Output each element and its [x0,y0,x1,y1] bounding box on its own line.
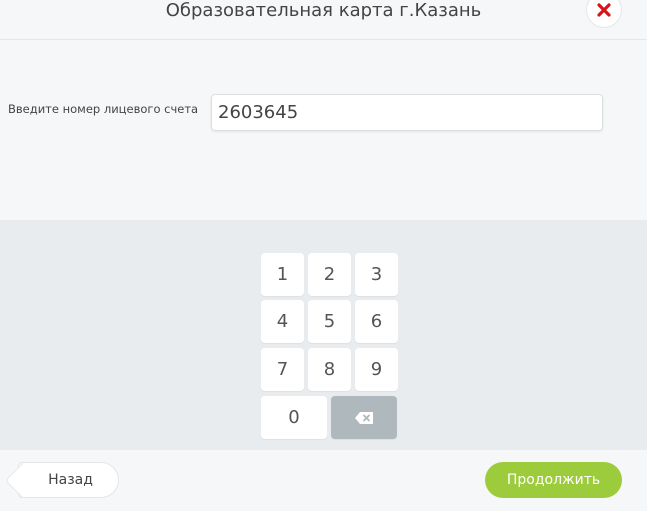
key-4[interactable]: 4 [261,300,304,343]
back-button-label: Назад [48,472,93,488]
key-3[interactable]: 3 [355,253,398,296]
key-0[interactable]: 0 [261,396,327,439]
continue-button[interactable]: Продолжить [485,462,622,498]
key-2[interactable]: 2 [308,253,351,296]
account-field-label: Введите номер лицевого счета [8,102,199,116]
back-button[interactable]: Назад [4,462,119,499]
account-number-input[interactable]: 2603645 [211,94,603,131]
backspace-icon [355,411,373,424]
footer-bar: Назад Продолжить [0,450,647,511]
key-6[interactable]: 6 [355,300,398,343]
back-arrow-icon [4,462,41,499]
key-5[interactable]: 5 [308,300,351,343]
numeric-keypad: 1 2 3 4 5 6 7 8 9 0 [0,220,647,450]
key-1[interactable]: 1 [261,253,304,296]
key-8[interactable]: 8 [308,348,351,391]
backspace-button[interactable] [331,396,397,439]
key-7[interactable]: 7 [261,348,304,391]
close-icon [597,3,611,17]
header-bar: Образовательная карта г.Казань [0,0,647,40]
page-title: Образовательная карта г.Казань [165,0,482,21]
key-9[interactable]: 9 [355,348,398,391]
form-area: Введите номер лицевого счета 2603645 [0,41,647,220]
